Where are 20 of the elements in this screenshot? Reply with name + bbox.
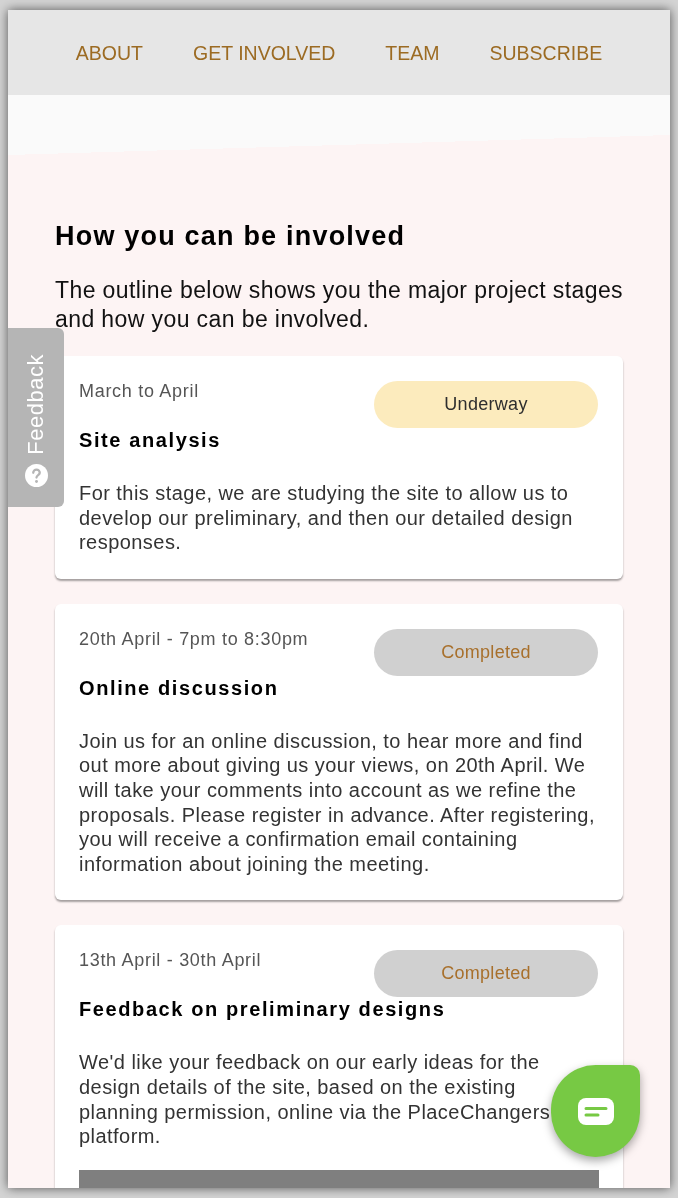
stage-description: We'd like your feedback on our early ideas for the design details of the site, based on the existing planning permission, online via the PlaceChangers platform. [79, 1051, 551, 1148]
status-badge: Underway [374, 381, 598, 428]
section-heading: How you can be involved [55, 220, 406, 252]
stage-title: Site analysis [79, 428, 221, 453]
stage-date: 13th April - 30th April [79, 949, 262, 973]
stage-title: Online discussion [79, 675, 279, 701]
stage-date: 20th April - 7pm to 8:30pm [79, 627, 309, 651]
status-badge: Completed [374, 950, 598, 998]
stage-description: Join us for an online discussion, to hear more and find out more about giving us your views, on 20th April. We will take your comments into account as we refine the proposals. Please register in advance. After registering, you will receive a confirmation email containing information about joining the meeting. [79, 729, 595, 875]
stage-title: Feedback on preliminary designs [79, 997, 446, 1023]
nav-link[interactable]: TEAM [385, 40, 440, 65]
stage-date: March to April [79, 380, 199, 403]
nav-link[interactable]: GET INVOLVED [193, 40, 336, 65]
nav-link[interactable]: SUBSCRIBE [489, 40, 603, 65]
stage-description: For this stage, we are studying the site to allow us to develop our preliminary, and then our detailed design responses. [79, 482, 573, 554]
nav-link[interactable]: ABOUT [75, 40, 143, 65]
help-icon [24, 464, 48, 487]
status-badge: Completed [374, 628, 598, 676]
feedback-tab[interactable]: Feedback [8, 328, 64, 507]
message-icon [577, 1097, 614, 1125]
